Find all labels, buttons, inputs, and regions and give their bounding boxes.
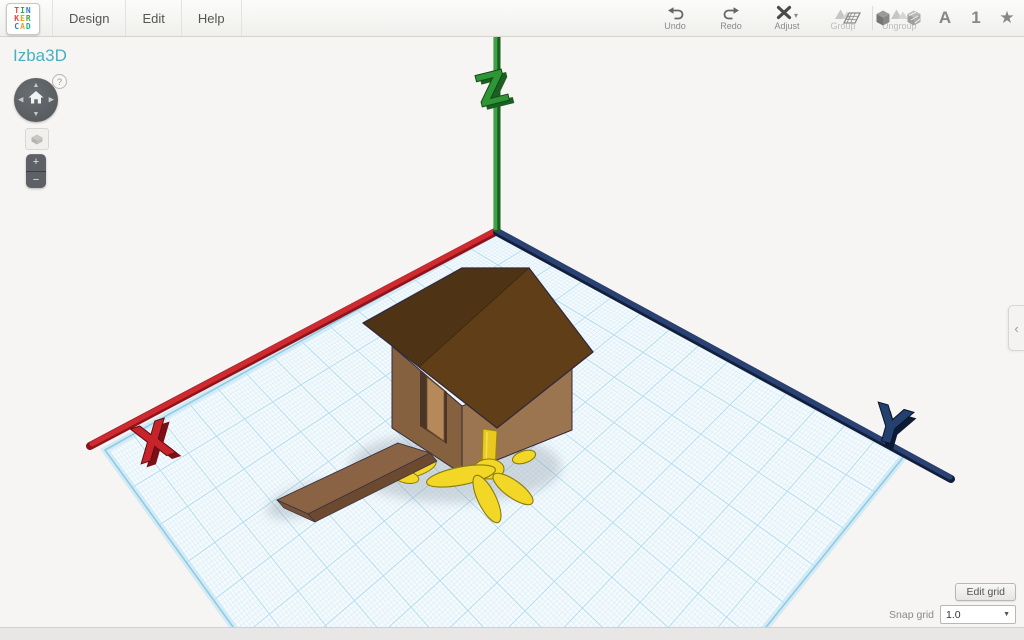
menu-edit[interactable]: Edit [126, 0, 181, 36]
tinkercad-logo[interactable]: TINKERCAD [6, 3, 40, 35]
edit-grid-button[interactable]: Edit grid [955, 583, 1016, 601]
solid-shapes-icon[interactable] [872, 7, 894, 29]
viewport-3d[interactable]: X X Y Y Z Z [0, 36, 1024, 628]
shape-tools: A 1 ★ [841, 0, 1018, 36]
home-view-icon[interactable] [28, 91, 44, 110]
bottom-strip [0, 627, 1024, 640]
grid-controls: Edit grid Snap grid 1.0 ▼ [889, 583, 1016, 624]
adjust-icon: ▾ [776, 5, 798, 20]
adjust-button[interactable]: ▾ Adjust [770, 5, 804, 31]
letters-tool-icon[interactable]: A [934, 7, 956, 29]
snap-grid-caret-icon: ▼ [1003, 611, 1010, 618]
tinkercad-app: X X Y Y Z Z [0, 0, 1024, 640]
snap-grid-value: 1.0 [946, 609, 961, 621]
menu-design[interactable]: Design [52, 0, 126, 36]
scene-svg: X X Y Y Z Z [0, 36, 1024, 628]
zoom-in-button[interactable]: + [26, 154, 46, 172]
redo-icon [723, 5, 740, 20]
logo-letters: CAD [14, 23, 31, 31]
symbols-tool-icon[interactable]: ★ [996, 7, 1018, 29]
redo-button[interactable]: Redo [714, 5, 748, 31]
collapse-panel-tab[interactable]: ‹ [1008, 305, 1024, 351]
axis-z: Z Z [471, 36, 519, 232]
numbers-tool-icon[interactable]: 1 [965, 7, 987, 29]
zoom-control: + − [26, 154, 46, 188]
view-navigation-ball[interactable]: ▲ ▼ ◀ ▶ [14, 78, 58, 122]
workplane-tool-icon[interactable] [841, 7, 863, 29]
toggle-workplane-button[interactable] [25, 128, 49, 150]
undo-label: Undo [664, 21, 686, 31]
pan-down-icon[interactable]: ▼ [33, 111, 40, 118]
snap-grid-select[interactable]: 1.0 ▼ [940, 605, 1016, 624]
project-title: Izba3D [13, 46, 67, 66]
axis-y-letter: Y [864, 393, 917, 459]
redo-label: Redo [720, 21, 742, 31]
pan-right-icon[interactable]: ▶ [49, 97, 54, 104]
toolbar: TINKERCAD Design Edit Help Undo Redo [0, 0, 1024, 37]
zoom-out-button[interactable]: − [26, 172, 46, 189]
adjust-caret-icon: ▾ [794, 11, 798, 20]
hole-shapes-icon[interactable] [903, 7, 925, 29]
snap-grid-label: Snap grid [889, 609, 934, 621]
pan-left-icon[interactable]: ◀ [18, 97, 23, 104]
menu-help[interactable]: Help [182, 0, 242, 36]
undo-icon [667, 5, 684, 20]
pan-up-icon[interactable]: ▲ [33, 82, 40, 89]
menu-bar: Design Edit Help [52, 0, 242, 36]
adjust-label: Adjust [774, 21, 799, 31]
undo-button[interactable]: Undo [658, 5, 692, 31]
